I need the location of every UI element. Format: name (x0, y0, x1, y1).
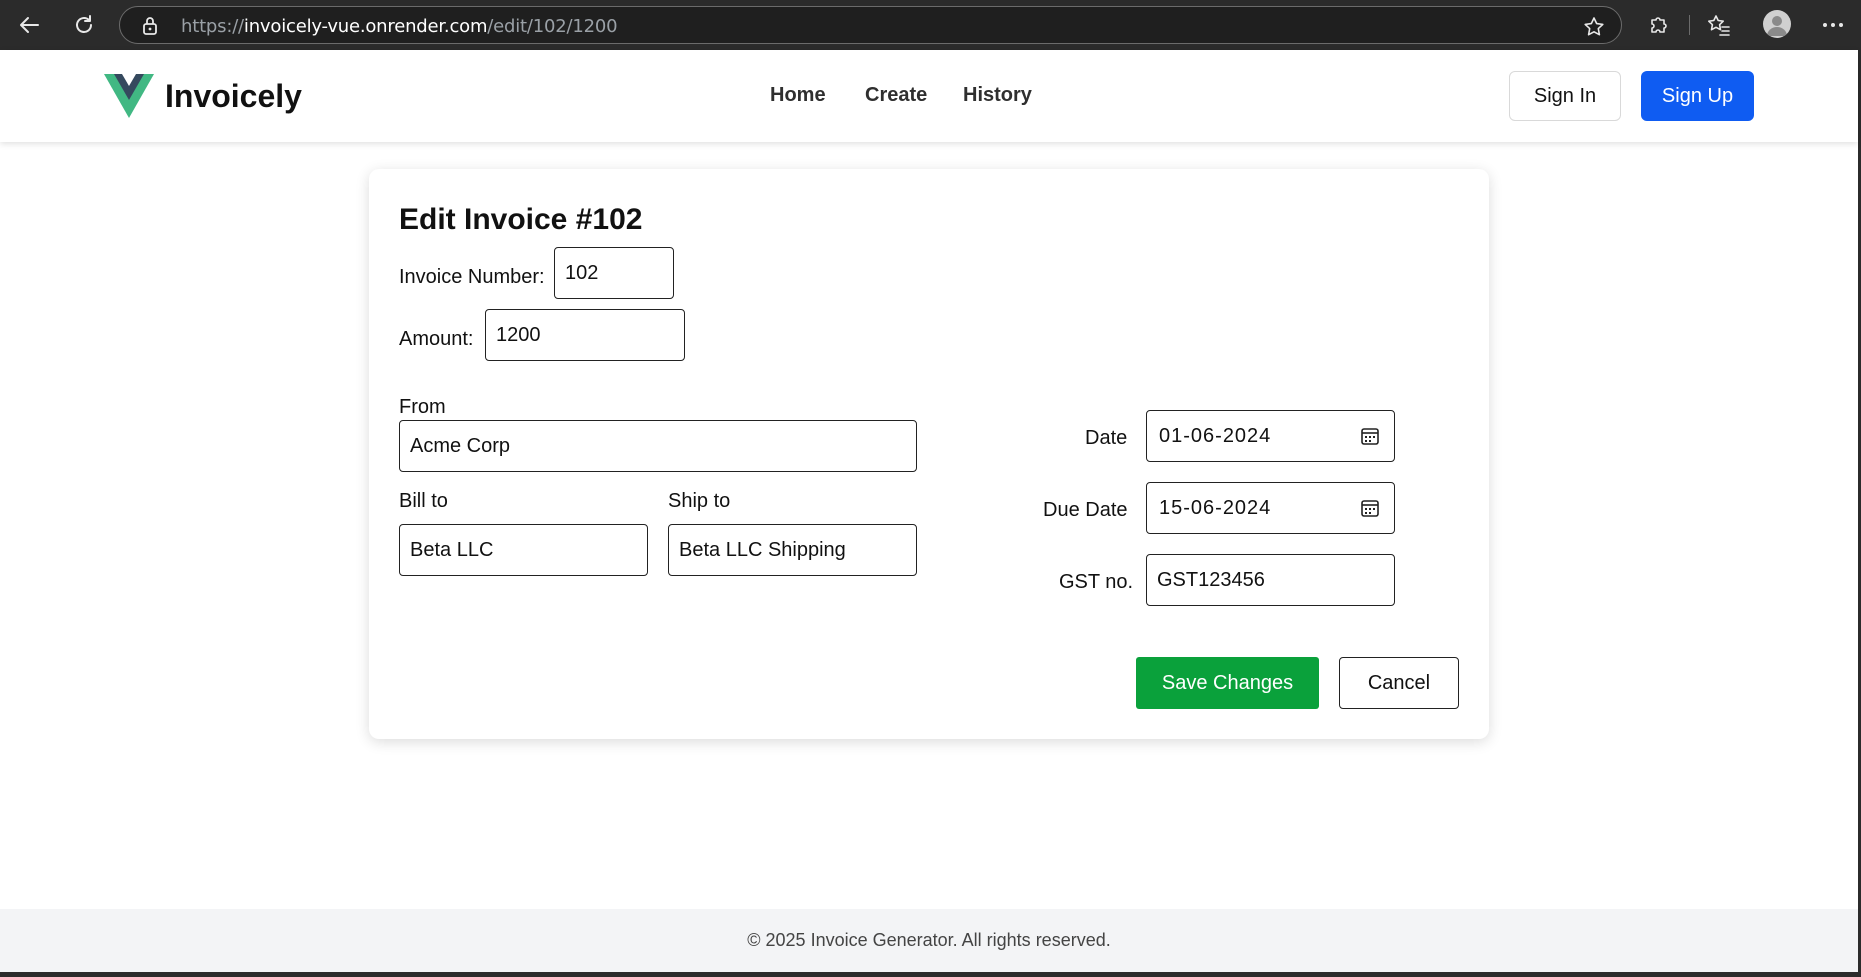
browser-toolbar: https://invoicely-vue.onrender.com/edit/… (0, 0, 1861, 50)
url-host: invoicely-vue.onrender.com (243, 16, 488, 37)
from-input[interactable]: Acme Corp (399, 420, 917, 472)
url-path: /edit/102/1200 (487, 16, 618, 37)
brand-name[interactable]: Invoicely (165, 78, 302, 115)
gst-label: GST no. (1059, 571, 1134, 593)
puzzle-icon (1651, 17, 1667, 33)
reload-button[interactable] (67, 8, 101, 42)
more-menu-button[interactable] (1816, 8, 1850, 42)
invoice-number-input[interactable]: 102 (554, 247, 674, 299)
ellipsis-icon (1823, 23, 1843, 27)
amount-label: Amount: (399, 328, 474, 350)
reload-icon (76, 15, 92, 33)
back-arrow-icon (20, 17, 39, 33)
edit-invoice-card: Edit Invoice #102 Invoice Number: 102 Am… (369, 169, 1489, 739)
site-header: Invoicely Home Create History Sign In Si… (0, 50, 1858, 142)
url-text: https://invoicely-vue.onrender.com/edit/… (181, 16, 618, 37)
toolbar-divider (1689, 15, 1690, 35)
lock-icon (142, 16, 158, 36)
from-label: From (399, 396, 446, 418)
date-input[interactable]: 01-06-2024 (1146, 410, 1395, 462)
page-viewport: Invoicely Home Create History Sign In Si… (0, 50, 1858, 972)
url-prefix: https:// (181, 16, 244, 37)
profile-avatar-icon[interactable] (1763, 10, 1791, 38)
date-label: Date (1085, 427, 1128, 449)
favorites-star-list-icon (1708, 15, 1730, 36)
ship-to-input[interactable]: Beta LLC Shipping (668, 524, 917, 576)
page-title: Edit Invoice #102 (399, 203, 643, 236)
bill-to-label: Bill to (399, 490, 448, 512)
address-bar[interactable]: https://invoicely-vue.onrender.com/edit/… (119, 6, 1622, 44)
due-date-value: 15-06-2024 (1159, 496, 1272, 519)
back-button[interactable] (12, 8, 46, 42)
ship-to-label: Ship to (668, 490, 731, 512)
invoice-number-label: Invoice Number: (399, 266, 545, 288)
date-value: 01-06-2024 (1159, 424, 1272, 447)
nav-link-home[interactable]: Home (770, 84, 826, 107)
nav-link-history[interactable]: History (963, 84, 1032, 107)
vue-logo-icon[interactable] (104, 74, 154, 123)
cancel-button[interactable]: Cancel (1339, 657, 1459, 709)
gst-input[interactable]: GST123456 (1146, 554, 1395, 606)
due-date-label: Due Date (1043, 499, 1128, 521)
calendar-icon[interactable] (1360, 498, 1380, 524)
nav-link-create[interactable]: Create (865, 84, 927, 107)
sign-in-button[interactable]: Sign In (1509, 71, 1621, 121)
due-date-input[interactable]: 15-06-2024 (1146, 482, 1395, 534)
extensions-button[interactable] (1641, 8, 1675, 42)
favorites-button[interactable] (1702, 8, 1736, 42)
footer-copyright: © 2025 Invoice Generator. All rights res… (747, 930, 1111, 950)
save-changes-button[interactable]: Save Changes (1136, 657, 1319, 709)
sign-up-button[interactable]: Sign Up (1641, 71, 1754, 121)
amount-input[interactable]: 1200 (485, 309, 685, 361)
bookmark-star-icon[interactable] (1583, 16, 1605, 38)
site-footer: © 2025 Invoice Generator. All rights res… (0, 909, 1858, 972)
bill-to-input[interactable]: Beta LLC (399, 524, 648, 576)
calendar-icon[interactable] (1360, 426, 1380, 452)
